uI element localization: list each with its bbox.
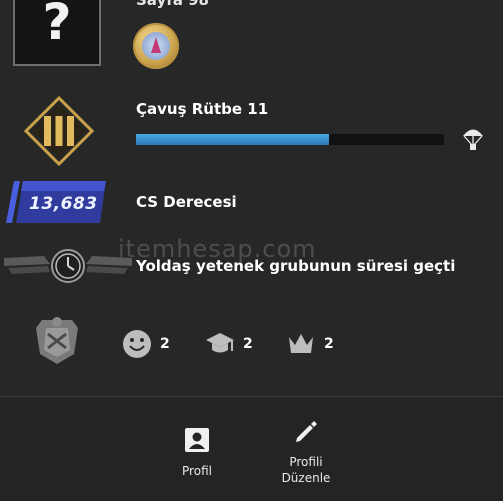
crown-icon	[289, 334, 313, 353]
profile-name: Sayfa 98	[136, 0, 209, 9]
nav-edit-profile-button[interactable]: Profili Düzenle	[276, 419, 336, 486]
rating-label: CS Derecesi	[136, 193, 237, 211]
rating-value: 13,683	[29, 194, 98, 214]
profile-panel: ? Sayfa 98 Çavuş Rütbe 11 13,683 CS Dere…	[0, 0, 503, 396]
cooldown-wings-icon	[4, 249, 132, 283]
smile-icon	[123, 330, 151, 358]
rank-title: Çavuş Rütbe 11	[136, 100, 269, 118]
service-coin-icon[interactable]	[133, 23, 179, 69]
nav-edit-profile-label: Profili Düzenle	[281, 455, 331, 485]
xp-progress-bar	[136, 134, 444, 145]
pencil-icon	[296, 421, 317, 442]
nav-profile-button[interactable]: Profil	[174, 427, 220, 479]
xp-progress-fill	[136, 134, 329, 145]
graduation-cap-icon	[206, 333, 234, 353]
parachute-icon[interactable]	[461, 125, 485, 151]
commendation-leader: 2	[286, 329, 334, 359]
commendation-count: 2	[160, 336, 170, 352]
commendation-teacher: 2	[205, 329, 253, 359]
nav-profile-label: Profil	[182, 464, 212, 478]
commendation-count: 2	[324, 336, 334, 352]
profile-card-icon	[185, 428, 209, 452]
bottom-nav: Profil Profili Düzenle	[0, 396, 503, 501]
avatar[interactable]: ?	[13, 0, 101, 66]
commendation-count: 2	[243, 336, 253, 352]
rank-chevron-icon	[24, 96, 94, 166]
avatar-placeholder: ?	[42, 0, 72, 51]
community-emblem-icon	[36, 317, 78, 364]
cooldown-text: Yoldaş yetenek grubunun süresi geçti	[136, 257, 456, 275]
commendation-friendly: 2	[122, 329, 170, 359]
